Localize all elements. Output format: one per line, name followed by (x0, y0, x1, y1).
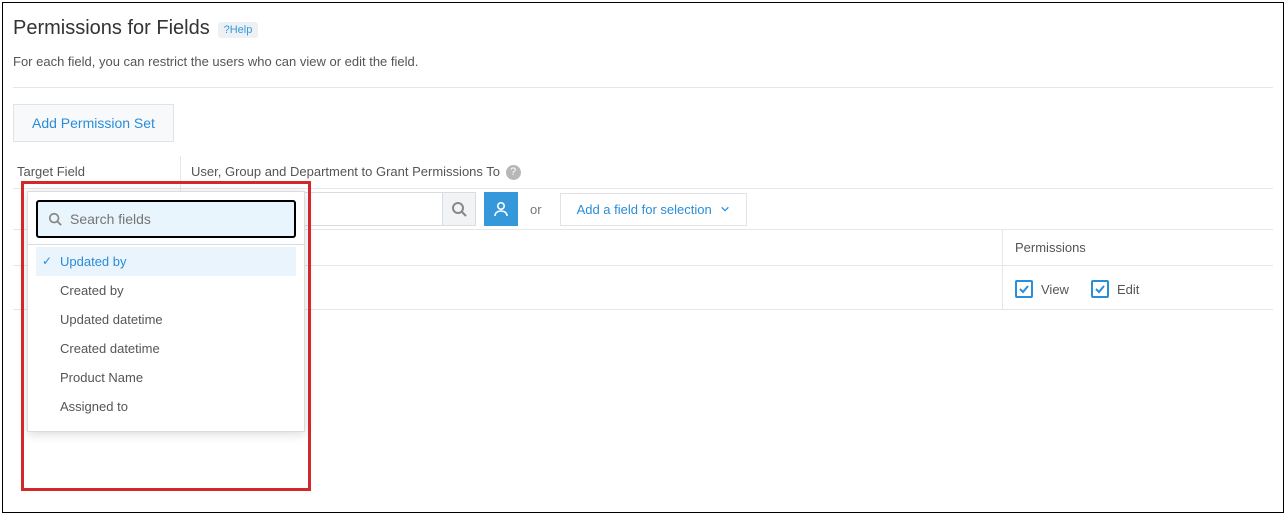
edit-checkbox[interactable]: Edit (1091, 280, 1139, 298)
dropdown-option[interactable]: Assigned to (36, 392, 296, 421)
dropdown-option[interactable]: Updated datetime (36, 305, 296, 334)
column-header-grant-to: User, Group and Department to Grant Perm… (181, 156, 1273, 188)
page-title: Permissions for Fields (13, 17, 210, 40)
help-icon[interactable]: ? (506, 165, 521, 180)
column-header-grant-label: User, Group and Department to Grant Perm… (191, 164, 500, 179)
target-field-dropdown-panel: Updated by Created by Updated datetime C… (27, 191, 305, 432)
add-permission-set-button[interactable]: Add Permission Set (13, 104, 174, 142)
add-field-for-selection-button[interactable]: Add a field for selection (560, 193, 747, 226)
column-header-permissions: Permissions (1003, 230, 1273, 265)
person-icon (492, 200, 510, 218)
check-icon (1094, 283, 1106, 295)
view-label: View (1041, 282, 1069, 297)
help-link[interactable]: ?Help (218, 22, 259, 38)
or-label: or (530, 202, 542, 217)
page-description: For each field, you can restrict the use… (13, 54, 1273, 69)
edit-label: Edit (1117, 282, 1139, 297)
dropdown-option[interactable]: Created datetime (36, 334, 296, 363)
search-user-button[interactable] (442, 192, 476, 226)
view-checkbox[interactable]: View (1015, 280, 1069, 298)
org-picker-button[interactable] (484, 192, 518, 226)
search-icon (451, 201, 467, 217)
search-icon (48, 212, 62, 226)
dropdown-search-input[interactable] (70, 211, 284, 227)
dropdown-search[interactable] (36, 200, 296, 238)
add-field-label: Add a field for selection (577, 202, 712, 217)
column-header-target-field: Target Field (13, 156, 181, 188)
dropdown-divider (28, 244, 304, 245)
dropdown-option[interactable]: Updated by (36, 247, 296, 276)
section-divider (13, 87, 1273, 88)
table-header-row: Target Field User, Group and Department … (13, 156, 1273, 189)
dropdown-option[interactable]: Product Name (36, 363, 296, 392)
dropdown-option[interactable]: Created by (36, 276, 296, 305)
check-icon (1018, 283, 1030, 295)
chevron-down-icon (720, 204, 730, 214)
